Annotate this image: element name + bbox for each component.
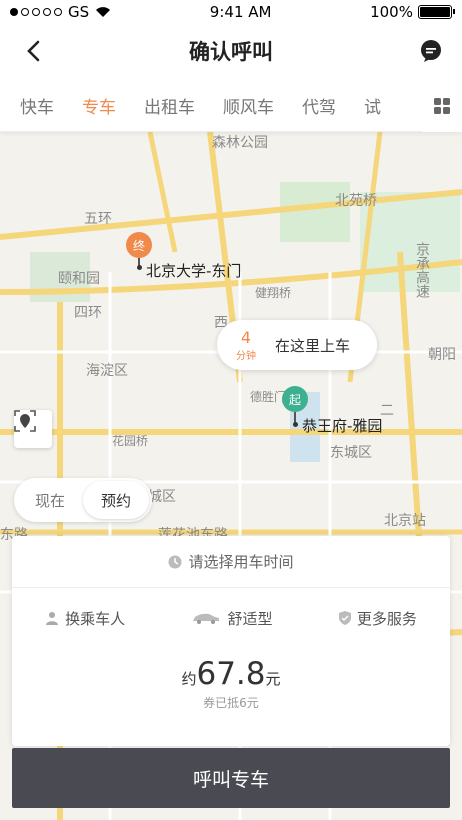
pickup-bubble[interactable]: 4 分钟 在这里上车 bbox=[217, 320, 377, 370]
destination-pin-dot bbox=[137, 265, 142, 270]
map-label: 花园桥 bbox=[112, 434, 149, 448]
order-panel: 请选择用车时间 换乘车人 舒适型 更多服务 约67.8元 券已抵6元 bbox=[12, 536, 450, 746]
time-toggle: 现在 预约 bbox=[14, 478, 152, 522]
origin-pin-dot bbox=[293, 422, 298, 427]
price-value: 67.8 bbox=[196, 656, 266, 692]
map-label: 北京站 bbox=[384, 513, 426, 529]
car-type-option[interactable]: 舒适型 bbox=[191, 608, 273, 629]
tab-carpool[interactable]: 顺风车 bbox=[209, 93, 288, 118]
map-label: 北苑桥 bbox=[335, 193, 377, 209]
clock: 9:41 AM bbox=[209, 3, 272, 21]
coupon-note: 券已抵6元 bbox=[203, 696, 259, 710]
clock-icon bbox=[168, 555, 182, 568]
price-estimate[interactable]: 约67.8元 bbox=[12, 656, 450, 692]
pickup-text: 在这里上车 bbox=[275, 336, 351, 355]
battery-percent: 100% bbox=[370, 3, 413, 21]
tab-kuaiche[interactable]: 快车 bbox=[0, 93, 68, 118]
map-label: 森林公园 bbox=[212, 135, 268, 151]
map-label: 海淀区 bbox=[86, 363, 128, 379]
battery-icon bbox=[417, 5, 455, 19]
locate-button[interactable] bbox=[14, 410, 52, 448]
service-tabs: 快车 专车 出租车 顺风车 代驾 试 bbox=[0, 79, 462, 132]
call-car-button[interactable]: 呼叫专车 bbox=[12, 748, 450, 808]
eta-value: 4 bbox=[240, 327, 252, 347]
map-label: 健翔桥 bbox=[255, 286, 292, 300]
map-label: 德胜门 bbox=[250, 390, 287, 404]
destination-pin-icon: 终 bbox=[126, 232, 152, 258]
origin-name: 恭王府-雅园 bbox=[302, 417, 383, 435]
shield-icon bbox=[338, 611, 351, 625]
nav-bar: 确认呼叫 bbox=[0, 24, 462, 78]
carrier-label: GS bbox=[68, 3, 90, 21]
passenger-label: 换乘车人 bbox=[65, 609, 126, 628]
time-prompt: 请选择用车时间 bbox=[188, 553, 294, 571]
map-label: 颐和园 bbox=[58, 271, 100, 287]
time-select-row[interactable]: 请选择用车时间 bbox=[12, 536, 450, 588]
price-prefix: 约 bbox=[181, 670, 197, 688]
map-label: 四环 bbox=[74, 305, 102, 321]
map-label: 城区 bbox=[148, 489, 176, 505]
toggle-reserve[interactable]: 预约 bbox=[83, 481, 149, 519]
eta-unit: 分钟 bbox=[236, 350, 256, 362]
more-services-label: 更多服务 bbox=[356, 609, 417, 628]
wifi-icon bbox=[96, 7, 111, 17]
options-row: 换乘车人 舒适型 更多服务 bbox=[12, 588, 450, 648]
passenger-option[interactable]: 换乘车人 bbox=[45, 608, 125, 629]
origin-pin-icon: 起 bbox=[282, 386, 308, 412]
map-label: 京承高速 bbox=[414, 242, 430, 298]
locate-icon bbox=[14, 410, 36, 432]
tab-zhuanche[interactable]: 专车 bbox=[68, 93, 130, 118]
map-label: 朝阳 bbox=[428, 347, 456, 363]
grid-icon bbox=[434, 97, 450, 114]
person-icon bbox=[46, 612, 59, 625]
more-tabs-button[interactable] bbox=[422, 79, 462, 132]
car-icon bbox=[193, 613, 220, 624]
price-unit: 元 bbox=[265, 670, 281, 688]
page-title: 确认呼叫 bbox=[189, 40, 273, 64]
map-label: 五环 bbox=[84, 211, 112, 227]
car-type-label: 舒适型 bbox=[227, 609, 273, 628]
destination-name: 北京大学-东门 bbox=[146, 262, 242, 280]
message-icon[interactable] bbox=[418, 38, 444, 64]
tab-designated-driver[interactable]: 代驾 bbox=[288, 93, 350, 118]
tab-taxi[interactable]: 出租车 bbox=[130, 93, 209, 118]
more-services-option[interactable]: 更多服务 bbox=[338, 608, 417, 629]
status-bar: GS 9:41 AM 100% bbox=[0, 0, 462, 24]
signal-icon bbox=[10, 8, 62, 16]
toggle-now[interactable]: 现在 bbox=[17, 481, 83, 519]
map-label: 东城区 bbox=[330, 445, 372, 461]
tab-test-drive[interactable]: 试 bbox=[350, 93, 395, 118]
